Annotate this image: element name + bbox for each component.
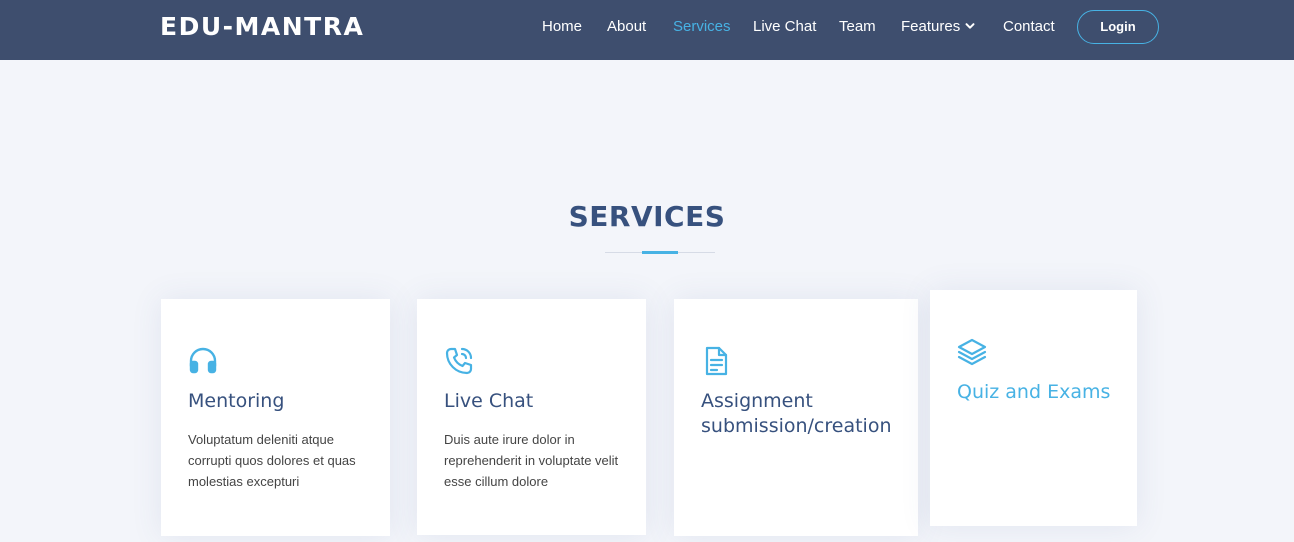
nav-home[interactable]: Home — [542, 18, 582, 36]
service-card-title: Quiz and Exams — [957, 381, 1111, 403]
login-button[interactable]: Login — [1077, 10, 1159, 44]
file-text-icon — [700, 345, 732, 377]
headphones-icon — [187, 345, 219, 377]
nav-about[interactable]: About — [607, 18, 646, 36]
nav-features[interactable]: Features — [901, 18, 975, 36]
nav-team[interactable]: Team — [839, 18, 876, 36]
nav-live-chat[interactable]: Live Chat — [753, 18, 816, 36]
service-card-live-chat[interactable]: Live Chat Duis aute irure dolor in repre… — [417, 299, 646, 535]
service-card-mentoring[interactable]: Mentoring Voluptatum deleniti atque corr… — [161, 299, 390, 536]
layers-icon — [956, 336, 988, 368]
site-header: EDU-MANTRA Home About Services Live Chat… — [0, 0, 1294, 60]
service-card-description: Voluptatum deleniti atque corrupti quos … — [188, 432, 356, 489]
title-divider-accent — [642, 251, 678, 254]
service-card-assignment[interactable]: Assignment submission/creation — [674, 299, 918, 536]
service-card-quiz[interactable]: Quiz and Exams — [930, 290, 1137, 526]
service-card-title: Live Chat — [444, 390, 534, 412]
service-card-title: Mentoring — [188, 390, 285, 412]
chevron-down-icon — [965, 22, 975, 29]
service-card-description: Duis aute irure dolor in reprehenderit i… — [444, 432, 619, 489]
section-title: SERVICES — [568, 200, 726, 233]
phone-call-icon — [443, 345, 475, 377]
service-card-title: Assignment submission/creation — [701, 390, 892, 437]
site-logo[interactable]: EDU-MANTRA — [160, 12, 364, 41]
nav-services[interactable]: Services — [673, 18, 731, 36]
nav-contact[interactable]: Contact — [1003, 18, 1055, 36]
nav-features-label: Features — [901, 18, 961, 35]
